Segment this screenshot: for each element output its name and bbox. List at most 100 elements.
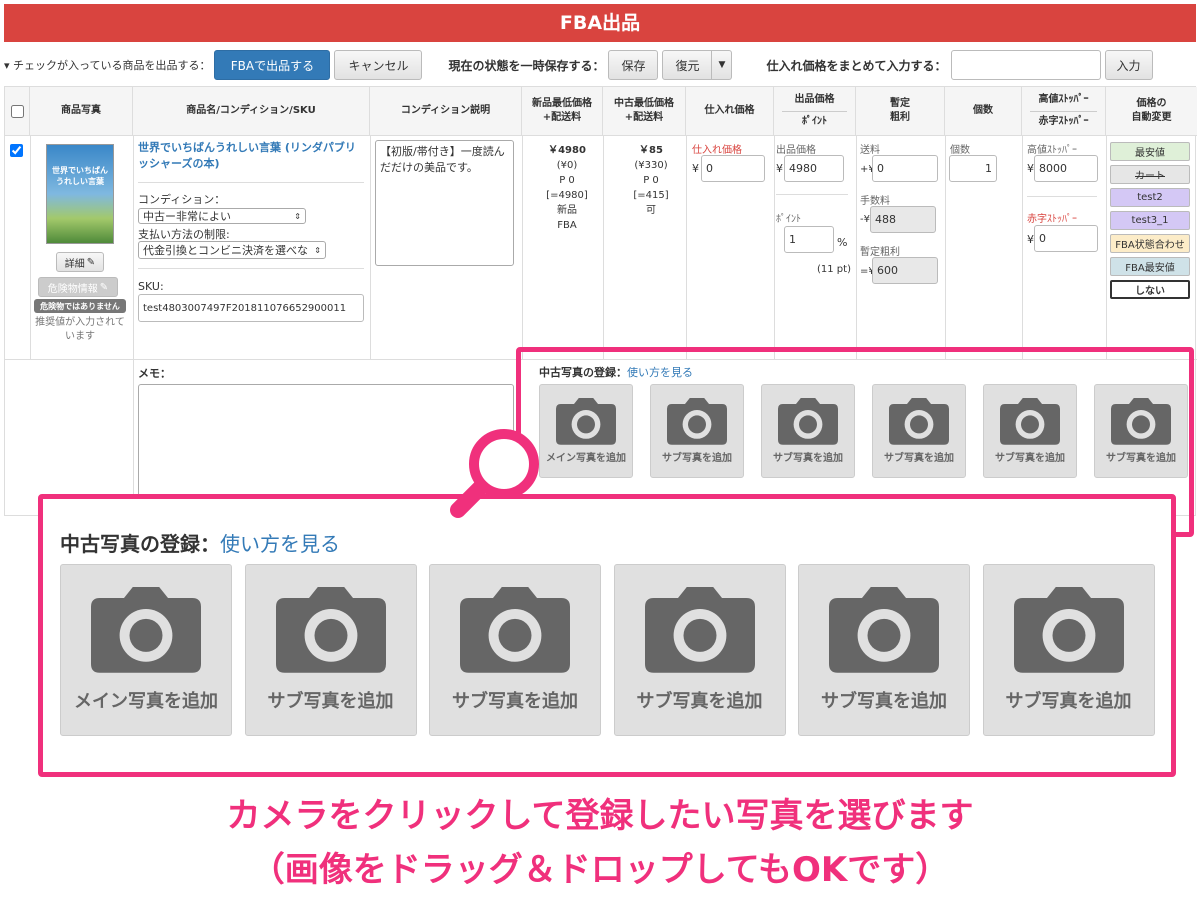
condition-select[interactable]: 中古ー非常によい ⇕ — [138, 208, 306, 224]
add-sub-photo-button[interactable]: サブ写真を追加 — [798, 564, 970, 736]
restore-button[interactable]: 復元 — [662, 50, 713, 80]
auto-option-cart[interactable]: カート — [1110, 165, 1190, 184]
point-input[interactable]: 1 — [784, 226, 834, 253]
header-price-label: 出品価格 — [794, 94, 835, 105]
divider — [774, 135, 775, 359]
auto-option-fba-condition[interactable]: FBA状態合わせ — [1110, 234, 1190, 253]
camera-icon — [644, 587, 755, 673]
add-sub-photo-button[interactable]: サブ写真を追加 — [244, 564, 417, 736]
add-sub-photo-button[interactable]: サブ写真を追加 — [983, 384, 1077, 478]
header-stopper: 高値ｽﾄｯﾊﾟｰ 赤字ｽﾄｯﾊﾟｰ — [1022, 87, 1106, 135]
header-select-all — [5, 87, 30, 135]
divider — [776, 194, 848, 195]
row-checkbox[interactable] — [10, 144, 23, 157]
fee-value: 488 — [870, 206, 936, 233]
used-min-shipping: (¥330) — [634, 160, 668, 171]
header-name-label: 商品名/コンディション/SKU — [186, 105, 316, 116]
used-min-price-cell: ￥85 (¥330) P 0 [=415] 可 — [611, 143, 691, 218]
bulk-input-button[interactable]: 入力 — [1104, 50, 1153, 80]
select-all-checkbox[interactable] — [10, 104, 24, 118]
photo-section-title-large: 中古写真の登録：使い方を見る — [60, 528, 340, 557]
divider — [856, 135, 857, 359]
qty-label: 個数 — [950, 145, 970, 156]
header-auto-change: 価格の 自動変更 — [1106, 87, 1197, 135]
auto-option-lowest[interactable]: 最安値 — [1110, 142, 1190, 161]
header-condition-desc-label: コンディション説明 — [400, 105, 491, 116]
price-label: 出品価格 — [776, 145, 816, 156]
product-name-line1: 世界でいちばんうれしい言葉 (リンダパブリ — [138, 141, 356, 154]
shipping-input[interactable]: 0 — [872, 155, 938, 182]
photo-tile-label: サブ写真を追加 — [884, 452, 954, 464]
high-stopper-currency: ¥ — [1027, 162, 1034, 175]
add-sub-photo-button[interactable]: サブ写真を追加 — [429, 564, 601, 736]
qty-input[interactable]: 1 — [949, 155, 997, 182]
add-sub-photo-button[interactable]: サブ写真を追加 — [761, 384, 855, 478]
header-profit: 暫定 粗利 — [856, 87, 945, 135]
detail-button[interactable]: 詳細 ✎ — [56, 252, 104, 272]
camera-icon — [275, 587, 386, 673]
auto-option-fba-lowest[interactable]: FBA最安値 — [1110, 257, 1190, 276]
add-sub-photo-button[interactable]: サブ写真を追加 — [1094, 384, 1188, 478]
cost-input[interactable]: 0 — [701, 155, 765, 182]
add-main-photo-button[interactable]: メイン写真を追加 — [60, 564, 232, 736]
photo-tile-label: サブ写真を追加 — [773, 452, 843, 464]
header-new-min: 新品最低価格 +配送料 — [522, 87, 603, 135]
header-name: 商品名/コンディション/SKU — [133, 87, 370, 135]
add-sub-photo-button[interactable]: サブ写真を追加 — [982, 564, 1155, 736]
photo-help-link-large[interactable]: 使い方を見る — [220, 532, 340, 556]
header-auto-change-sub: 自動変更 — [1131, 112, 1172, 123]
header-profit-sub: 粗利 — [890, 112, 910, 123]
divider — [1022, 135, 1023, 359]
photo-tile-label: サブ写真を追加 — [821, 690, 947, 712]
payment-select[interactable]: 代金引換とコンビニ決済を選べな ⇕ — [138, 241, 326, 259]
red-stopper-currency: ¥ — [1027, 233, 1034, 246]
cost-label: 仕入れ価格 — [692, 145, 742, 156]
auto-option-test3-1[interactable]: test3_1 — [1110, 211, 1190, 230]
pencil-icon: ✎ — [86, 256, 96, 268]
product-name-link[interactable]: 世界でいちばんうれしい言葉 (リンダパブリ ッシャーズの本) — [138, 140, 363, 172]
add-main-photo-button[interactable]: メイン写真を追加 — [539, 384, 633, 478]
page-title: FBA出品 — [559, 12, 641, 34]
product-name-line2: ッシャーズの本) — [138, 157, 220, 170]
header-profit-label: 暫定 — [890, 98, 910, 109]
save-button[interactable]: 保存 — [608, 50, 659, 80]
add-sub-photo-button[interactable]: サブ写真を追加 — [872, 384, 966, 478]
select-arrows-icon: ⇕ — [314, 245, 321, 255]
sku-input[interactable]: test4803007497F201811076652900011 — [138, 294, 364, 322]
high-stopper-input[interactable]: 8000 — [1034, 155, 1098, 182]
cancel-button[interactable]: キャンセル — [334, 50, 423, 80]
photo-help-link-small[interactable]: 使い方を見る — [627, 366, 693, 379]
used-min-total: [=415] — [633, 190, 669, 201]
price-input[interactable]: 4980 — [784, 155, 844, 182]
header-photo: 商品写真 — [30, 87, 133, 135]
condition-desc-textarea[interactable]: 【初版/帯付き】一度読んだだけの美品です。 — [375, 140, 514, 266]
fba-list-button[interactable]: FBAで出品する — [214, 50, 331, 80]
photo-section-title-small: 中古写真の登録：使い方を見る — [539, 364, 693, 380]
hazard-info-button[interactable]: 危険物情報 ✎ — [38, 277, 118, 297]
hazard-badge: 危険物ではありません — [34, 299, 126, 313]
fee-currency: -¥ — [860, 214, 870, 225]
divider — [1106, 135, 1107, 359]
detail-button-label: 詳細 — [64, 258, 85, 270]
divider — [5, 135, 1197, 136]
auto-option-none[interactable]: しない — [1110, 280, 1190, 299]
red-stopper-input[interactable]: 0 — [1034, 225, 1098, 252]
add-sub-photo-button[interactable]: サブ写真を追加 — [650, 384, 744, 478]
header-red-stopper-label: 赤字ｽﾄｯﾊﾟｰ — [1030, 111, 1097, 129]
divider — [1027, 196, 1097, 197]
profit-value: 600 — [872, 257, 938, 284]
list-action-label[interactable]: ▾ チェックが入っている商品を出品する： — [4, 57, 210, 73]
add-sub-photo-button[interactable]: サブ写真を追加 — [613, 564, 786, 736]
save-state-label: 現在の状態を一時保存する： — [448, 58, 605, 73]
divider — [133, 135, 134, 359]
book-cover-image[interactable]: 世界でいちばん うれしい言葉 — [46, 144, 114, 244]
photo-tile-label: サブ写真を追加 — [267, 690, 394, 712]
photo-tile-label: サブ写真を追加 — [1106, 452, 1176, 464]
camera-icon — [778, 398, 838, 445]
restore-dropdown-button[interactable]: ▼ — [712, 50, 733, 80]
sku-label: SKU: — [138, 280, 164, 293]
auto-option-test2[interactable]: test2 — [1110, 188, 1190, 207]
caption-line-1: カメラをクリックして登録したい写真を選びます — [226, 796, 974, 836]
header-cost: 仕入れ価格 — [686, 87, 774, 135]
bulk-price-input[interactable] — [950, 50, 1101, 80]
